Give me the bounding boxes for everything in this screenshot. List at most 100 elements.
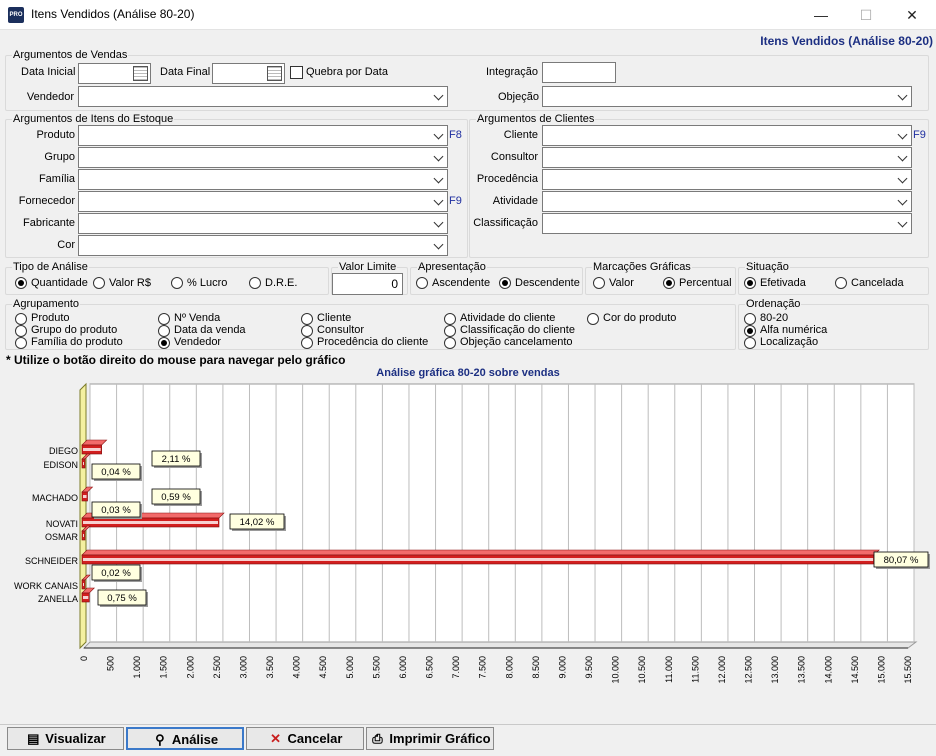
- radio-marker-valor[interactable]: [593, 277, 605, 289]
- start-date-label: Data Inicial: [21, 66, 76, 78]
- radio-procedencia-cliente[interactable]: [301, 337, 313, 349]
- chart-category-labels: DIEGO EDISON MACHADO NOVATI OSMAR SCHNEIDER WO…: [14, 446, 79, 604]
- minimize-button[interactable]: —: [798, 0, 844, 30]
- chart-canvas[interactable]: DIEGO EDISON MACHADO NOVATI OSMAR SCHNEIDER WO…: [0, 380, 936, 707]
- break-by-date-checkbox[interactable]: [290, 66, 303, 79]
- radio-n-venda[interactable]: [158, 313, 170, 325]
- integration-field[interactable]: [542, 62, 616, 83]
- start-date-field[interactable]: [78, 63, 151, 84]
- consultant-combo[interactable]: [542, 147, 912, 168]
- radio-marker-percentual[interactable]: [663, 277, 675, 289]
- chart-x-tick-label: 2.000: [185, 656, 195, 679]
- radio-valor-label: Valor R$: [109, 277, 151, 289]
- chart-bar-highlight: [83, 534, 84, 537]
- calendar-icon[interactable]: [133, 66, 148, 81]
- radio-vendedor[interactable]: [158, 337, 170, 349]
- chart-bar-top: [81, 549, 880, 556]
- chart-x-tick-label: 6.500: [425, 656, 435, 679]
- radio-classificacao-cliente[interactable]: [444, 325, 456, 337]
- group-combo[interactable]: [78, 147, 448, 168]
- seller-combo[interactable]: [78, 86, 448, 107]
- customer-combo[interactable]: [542, 125, 912, 146]
- preview-icon: ▤: [27, 731, 40, 746]
- radio-quantidade[interactable]: [15, 277, 27, 289]
- chevron-down-icon: [897, 129, 908, 140]
- chart-x-tick-label: 3.000: [238, 656, 248, 679]
- radio-ascendente[interactable]: [416, 277, 428, 289]
- objection-combo[interactable]: [542, 86, 912, 107]
- chevron-down-icon: [433, 173, 444, 184]
- radio-marker-valor-label: Valor: [609, 277, 634, 289]
- radio-lucro[interactable]: [171, 277, 183, 289]
- radio-familia-produto-label: Família do produto: [31, 336, 123, 348]
- radio-80-20[interactable]: [744, 313, 756, 325]
- radio-cancelada-label: Cancelada: [851, 277, 904, 289]
- radio-alfa-numerica[interactable]: [744, 325, 756, 337]
- radio-dre[interactable]: [249, 277, 261, 289]
- radio-descendente[interactable]: [499, 277, 511, 289]
- radio-descendente-label: Descendente: [515, 277, 580, 289]
- chart-category-label: SCHNEIDER: [25, 556, 79, 566]
- chart-x-tick-label: 12.000: [717, 656, 727, 684]
- cancel-x-icon: ✕: [270, 731, 281, 746]
- limit-value-input[interactable]: 0: [332, 273, 403, 295]
- radio-vendedor-label: Vendedor: [174, 336, 222, 348]
- chart-bar-highlight: [83, 495, 87, 498]
- chart-data-label: 0,04 %: [101, 467, 131, 478]
- family-combo[interactable]: [78, 169, 448, 190]
- origin-combo[interactable]: [542, 169, 912, 190]
- chart-x-tick-label: 2.500: [212, 656, 222, 679]
- chart-bar-highlight: [83, 521, 218, 524]
- radio-consultor[interactable]: [301, 325, 313, 337]
- radio-cliente[interactable]: [301, 313, 313, 325]
- manufacturer-combo[interactable]: [78, 213, 448, 234]
- break-by-date-label: Quebra por Data: [306, 66, 388, 78]
- customer-arguments-legend: Argumentos de Clientes: [477, 113, 595, 125]
- supplier-label: Fornecedor: [18, 195, 75, 207]
- radio-grupo-produto[interactable]: [15, 325, 27, 337]
- supplier-combo[interactable]: [78, 191, 448, 212]
- preview-button[interactable]: ▤ Visualizar: [7, 727, 124, 750]
- analysis-button-label: Análise: [171, 732, 219, 747]
- radio-familia-produto[interactable]: [15, 337, 27, 349]
- end-date-field[interactable]: [212, 63, 285, 84]
- close-button[interactable]: ✕: [889, 0, 935, 30]
- radio-80-20-label: 80-20: [760, 312, 789, 324]
- analysis-button[interactable]: ⚲ Análise: [126, 727, 244, 750]
- activity-combo[interactable]: [542, 191, 912, 212]
- supplier-shortcut-key: F9: [449, 195, 462, 207]
- magnifier-icon: ⚲: [155, 732, 165, 747]
- radio-atividade-cliente[interactable]: [444, 313, 456, 325]
- radio-objecao-cancelamento[interactable]: [444, 337, 456, 349]
- chevron-down-icon: [897, 151, 908, 162]
- analysis-type-legend: Tipo de Análise: [13, 261, 88, 273]
- radio-cancelada[interactable]: [835, 277, 847, 289]
- maximize-button[interactable]: ☐: [843, 0, 889, 30]
- radio-grupo-produto-label: Grupo do produto: [31, 324, 118, 336]
- print-chart-button[interactable]: ⎙ Imprimir Gráfico: [366, 727, 494, 750]
- chart-x-tick-label: 14.000: [823, 656, 833, 684]
- chevron-down-icon: [897, 173, 908, 184]
- radio-localizacao[interactable]: [744, 337, 756, 349]
- customer-shortcut-key: F9: [913, 129, 926, 141]
- radio-efetivada[interactable]: [744, 277, 756, 289]
- chevron-down-icon: [433, 239, 444, 250]
- product-combo[interactable]: [78, 125, 448, 146]
- radio-objecao-cancelamento-label: Objeção cancelamento: [460, 336, 573, 348]
- radio-valor[interactable]: [93, 277, 105, 289]
- cancel-button[interactable]: ✕ Cancelar: [246, 727, 364, 750]
- radio-classificacao-cliente-label: Classificação do cliente: [460, 324, 575, 336]
- family-label: Família: [38, 173, 75, 185]
- calendar-icon[interactable]: [267, 66, 282, 81]
- chevron-down-icon: [897, 195, 908, 206]
- chevron-down-icon: [897, 90, 908, 101]
- chart-data-label: 2,11 %: [162, 454, 191, 465]
- radio-data-venda[interactable]: [158, 325, 170, 337]
- printer-icon: ⎙: [372, 731, 383, 746]
- chart-x-tick-label: 13.000: [770, 656, 780, 684]
- chart-x-tick-label: 6.000: [398, 656, 408, 679]
- classification-combo[interactable]: [542, 213, 912, 234]
- radio-cor-produto[interactable]: [587, 313, 599, 325]
- radio-produto[interactable]: [15, 313, 27, 325]
- color-combo[interactable]: [78, 235, 448, 256]
